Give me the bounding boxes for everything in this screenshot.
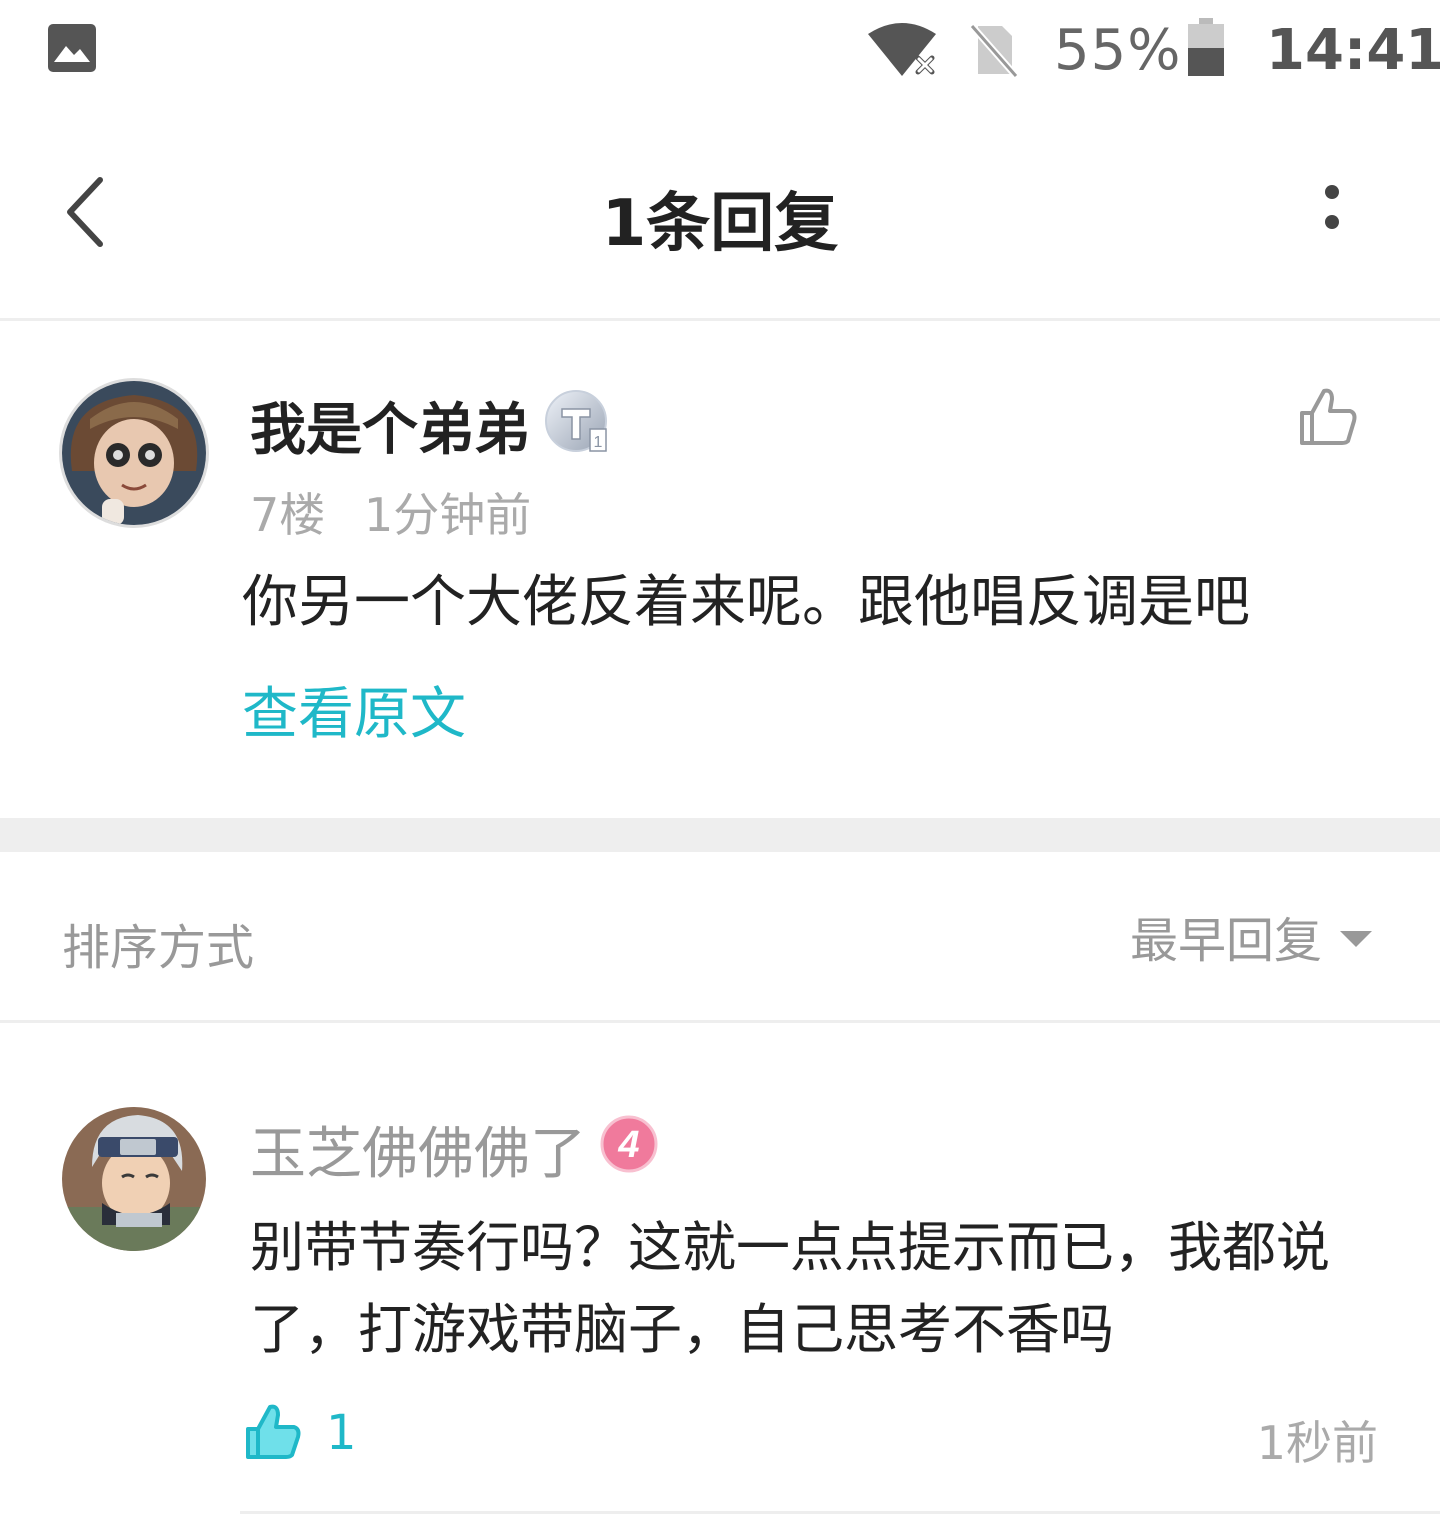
level-badge-icon: 4 [600,1115,658,1173]
reply-timestamp: 1秒前 [1256,1416,1378,1470]
page-title: 1条回复 [601,187,839,261]
reply-detail-screen: 55% 14:41 1条回复 我是个弟弟 1 7楼 1分钟前 你另一个大佬反着来… [0,0,1440,1538]
thumbs-up-icon[interactable] [1294,383,1360,449]
view-original-link[interactable]: 查看原文 [242,669,466,750]
reply-author-name[interactable]: 玉芝佛佛佛了 [250,1109,586,1190]
battery-percentage: 55% [1054,18,1182,83]
title-bar: 1条回复 [0,110,1440,321]
battery-icon [1188,18,1224,76]
post-timestamp: 1分钟前 [364,488,532,542]
gallery-icon [48,24,96,72]
floor-number: 7楼 [250,488,326,542]
post-content: 你另一个大佬反着来呢。跟他唱反调是吧 [242,570,1250,635]
svg-text:1: 1 [594,434,603,451]
sort-dropdown[interactable]: 最早回复 [1130,908,1372,969]
sort-label: 排序方式 [62,920,255,976]
caret-down-icon [1340,931,1372,947]
status-bar: 55% 14:41 [0,0,1440,100]
thumbs-up-filled-icon[interactable] [242,1401,304,1463]
no-sim-icon [969,23,1019,78]
original-comment: 我是个弟弟 1 7楼 1分钟前 你另一个大佬反着来呢。跟他唱反调是吧 查看原文 [0,321,1440,818]
level-number: 4 [617,1124,639,1166]
more-vertical-icon[interactable] [1300,180,1364,244]
reply-content: 别带节奏行吗？这就一点点提示而已，我都说了，打游戏带脑子，自己思考不香吗 [250,1216,1330,1361]
reply-separator [240,1511,1440,1514]
like-count: 1 [326,1405,357,1461]
sort-row: 排序方式 最早回复 [0,852,1440,1023]
reply-item: 玉芝佛佛佛了 4 别带节奏行吗？这就一点点提示而已，我都说了，打游戏带脑子，自己… [0,1023,1440,1538]
wifi-icon [868,23,936,76]
section-divider [0,818,1440,852]
status-time: 14:41 [1266,18,1440,83]
avatar[interactable] [62,381,206,525]
level-t-badge-icon: 1 [545,390,607,452]
avatar-illustration [62,1107,206,1251]
sort-selected-value: 最早回复 [1129,913,1322,969]
post-author-name[interactable]: 我是个弟弟 [250,385,530,466]
avatar-illustration [62,381,206,525]
avatar[interactable] [62,1107,206,1251]
